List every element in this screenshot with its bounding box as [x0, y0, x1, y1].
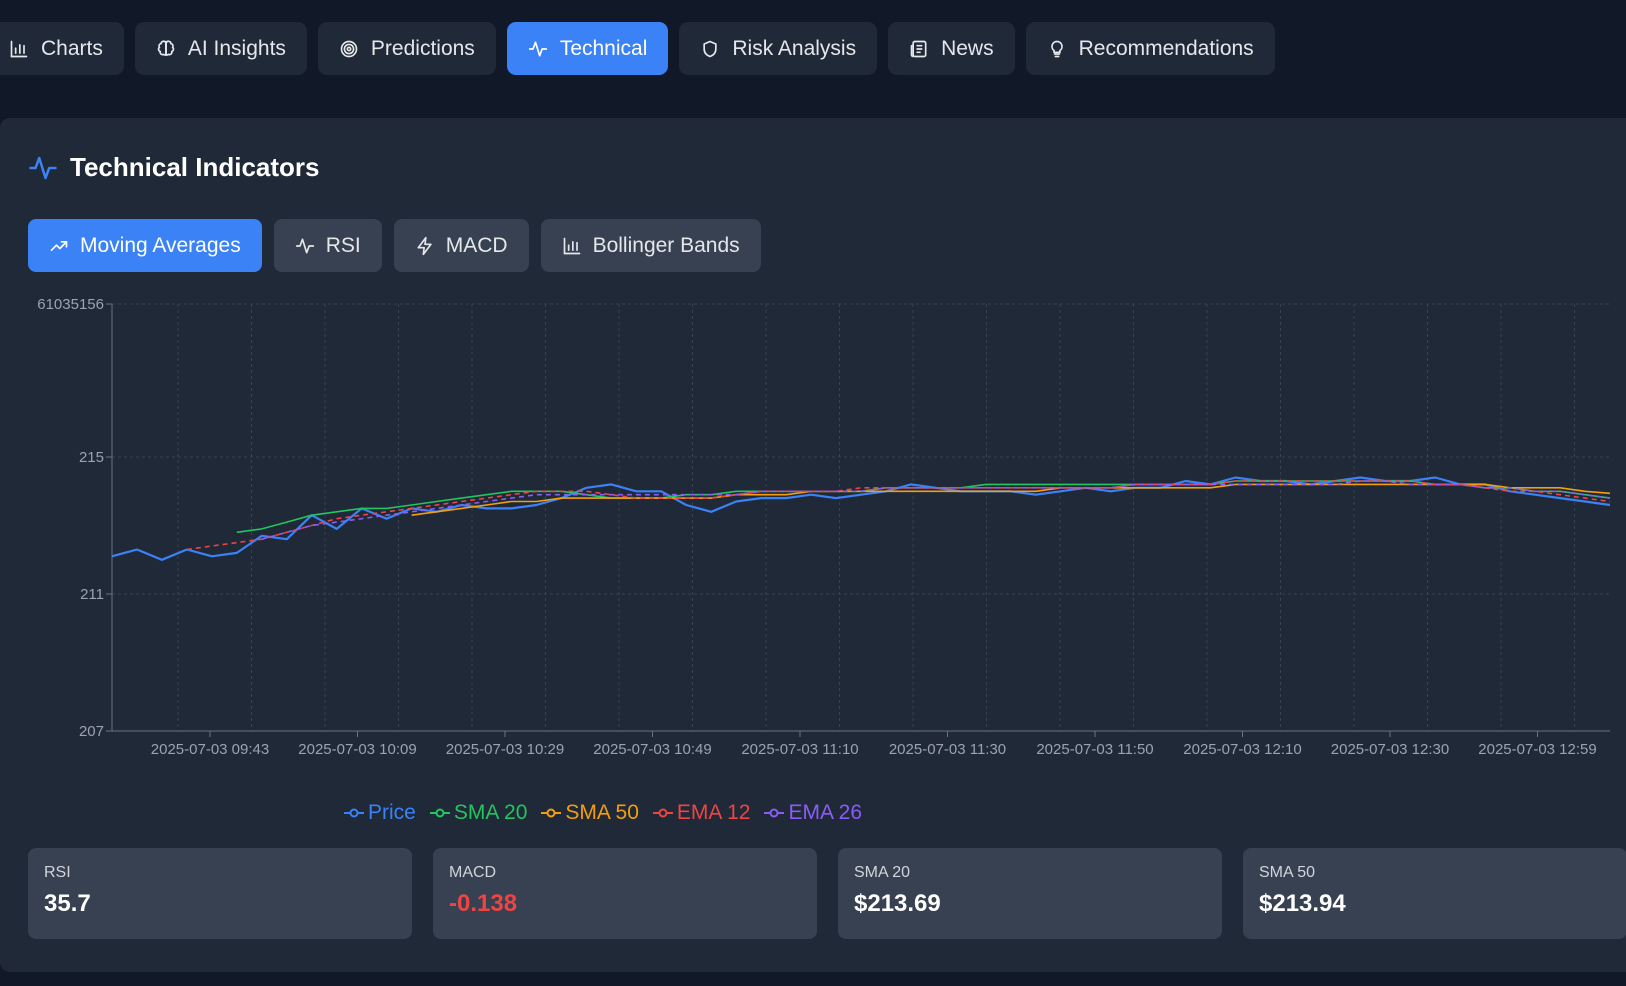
tab-recommendations[interactable]: Recommendations	[1025, 22, 1275, 75]
x-tick-label: 2025-07-03 10:49	[593, 741, 711, 758]
x-tick-label: 2025-07-03 10:09	[298, 741, 416, 758]
x-tick-label: 2025-07-03 12:30	[1331, 741, 1449, 758]
x-tick-label: 2025-07-03 12:10	[1183, 741, 1301, 758]
newspaper-icon	[910, 40, 927, 57]
stat-card-sma50: SMA 50 $213.94	[1243, 848, 1626, 939]
indicator-stats: RSI 35.7 MACD -0.138 SMA 20 $213.69 SMA …	[28, 848, 1626, 939]
legend-label: Price	[367, 801, 416, 824]
lightbulb-icon	[1050, 40, 1063, 57]
main-tab-bar: Charts AI Insights Predictions Technical…	[0, 22, 1275, 75]
x-tick-label: 2025-07-03 09:43	[151, 741, 269, 758]
x-tick-label: 2025-07-03 12:59	[1478, 741, 1596, 758]
legend-item-ema12[interactable]: EMA 12	[652, 801, 751, 825]
stat-value: -0.138	[449, 890, 518, 917]
tab-label: Predictions	[370, 36, 475, 60]
tab-ai-insights[interactable]: AI Insights	[134, 22, 307, 75]
bar-chart-icon	[10, 40, 28, 57]
tab-predictions[interactable]: Predictions	[317, 22, 496, 75]
y-tick-label: 61035156	[37, 296, 104, 313]
tab-technical[interactable]: Technical	[506, 22, 669, 75]
stat-label: RSI	[44, 864, 71, 881]
y-tick-label: 207	[79, 723, 104, 740]
stat-card-sma20: SMA 20 $213.69	[838, 848, 1222, 939]
legend-marker-icon	[652, 808, 673, 818]
legend-marker-icon	[429, 808, 450, 818]
legend-item-sma50[interactable]: SMA 50	[541, 801, 639, 825]
stat-label: MACD	[449, 864, 497, 881]
x-tick-label: 2025-07-03 11:30	[889, 741, 1006, 758]
legend-label: EMA 26	[788, 801, 863, 824]
technical-indicators-panel: Technical Indicators Moving Averages RSI…	[0, 118, 1626, 972]
stat-label: SMA 20	[854, 864, 911, 881]
tab-label: News	[941, 36, 994, 60]
brain-icon	[157, 39, 175, 56]
legend-marker-icon	[541, 808, 562, 818]
tab-label: Technical	[559, 36, 648, 60]
y-tick-label: 211	[80, 586, 104, 603]
legend-marker-icon	[764, 808, 785, 818]
legend-label: SMA 20	[453, 801, 528, 824]
y-tick-label: 215	[79, 449, 104, 466]
series-line-sma-20	[236, 480, 1611, 534]
x-tick-label: 2025-07-03 11:50	[1036, 741, 1153, 758]
shield-icon	[703, 40, 718, 57]
stat-label: SMA 50	[1259, 864, 1316, 881]
stat-value: $213.94	[1259, 890, 1346, 917]
tab-label: Charts	[41, 36, 103, 60]
stat-value: 35.7	[44, 890, 91, 917]
legend-label: SMA 50	[565, 801, 639, 824]
activity-icon	[528, 41, 547, 57]
tab-risk-analysis[interactable]: Risk Analysis	[679, 22, 878, 75]
x-tick-label: 2025-07-03 10:29	[446, 741, 564, 758]
tab-label: Risk Analysis	[732, 36, 857, 60]
tab-label: AI Insights	[187, 36, 286, 60]
legend-marker-icon	[343, 808, 364, 818]
tab-charts[interactable]: Charts	[0, 22, 124, 75]
stat-card-macd: MACD -0.138	[433, 848, 817, 939]
legend-item-price[interactable]: Price	[343, 801, 416, 825]
stat-value: $213.69	[854, 890, 941, 917]
legend-label: EMA 12	[676, 801, 751, 824]
chart-legend: Price SMA 20 SMA 50 EMA 12 EMA 26	[0, 801, 1416, 825]
moving-averages-chart: 207 211 215 61035156 2025-07-03 09:43 2025-07…	[37, 296, 1611, 758]
target-icon	[340, 40, 358, 57]
tab-news[interactable]: News	[888, 22, 1015, 75]
series-line-sma-50	[411, 483, 1611, 516]
legend-item-sma20[interactable]: SMA 20	[429, 801, 528, 825]
stat-card-rsi: RSI 35.7	[28, 848, 412, 939]
tab-label: Recommendations	[1078, 36, 1254, 60]
legend-item-ema26[interactable]: EMA 26	[764, 801, 862, 825]
x-tick-label: 2025-07-03 11:10	[741, 741, 858, 758]
series-line-ema-26	[261, 480, 1611, 540]
